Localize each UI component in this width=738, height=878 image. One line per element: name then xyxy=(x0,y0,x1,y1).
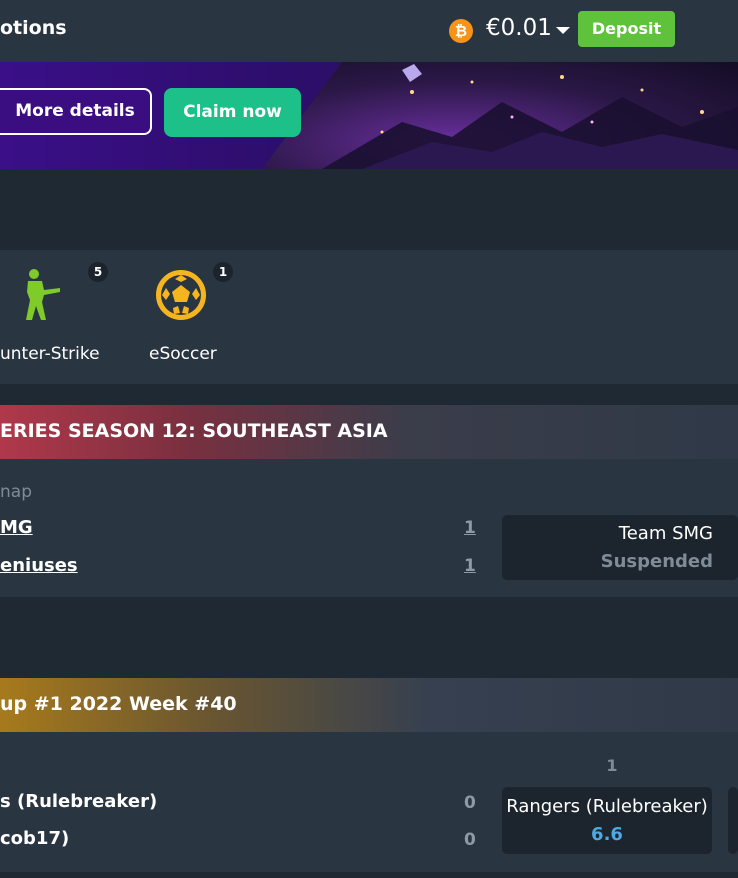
odds-selection: Team SMG xyxy=(618,523,713,544)
soccer-ball-icon[interactable] xyxy=(154,268,208,322)
bitcoin-icon: ₿ xyxy=(449,19,473,43)
chevron-down-icon[interactable] xyxy=(556,27,570,34)
league-header[interactable]: ERIES SEASON 12: SOUTHEAST ASIA xyxy=(0,405,738,459)
sport-label-esoccer[interactable]: eSoccer xyxy=(149,344,217,364)
nav-item-promotions[interactable]: otions xyxy=(0,17,67,39)
team-name[interactable]: s (Rulebreaker) xyxy=(0,791,157,812)
odds-selection: Rangers (Rulebreaker) xyxy=(506,796,708,817)
market-label: nap xyxy=(0,482,32,502)
banner-artwork xyxy=(262,62,738,169)
team-score: 1 xyxy=(464,518,476,538)
more-details-button[interactable]: More details xyxy=(0,88,152,135)
claim-now-button[interactable]: Claim now xyxy=(164,88,301,137)
odds-price: 6.6 xyxy=(591,824,623,845)
odds-column-header: 1 xyxy=(606,756,618,775)
balance-display[interactable]: €0.01 xyxy=(486,15,552,41)
team-score: 0 xyxy=(464,793,476,813)
deposit-button[interactable]: Deposit xyxy=(578,11,675,47)
odds-button[interactable] xyxy=(728,787,738,854)
league-title: up #1 2022 Week #40 xyxy=(0,693,237,715)
odds-status: Suspended xyxy=(600,551,713,572)
sports-category-row xyxy=(0,250,738,384)
sport-count-badge: 1 xyxy=(213,262,233,282)
team-score: 0 xyxy=(464,830,476,850)
sport-count-badge: 5 xyxy=(88,262,108,282)
team-name[interactable]: cob17) xyxy=(0,828,69,849)
counter-strike-soldier-icon[interactable] xyxy=(14,266,62,324)
league-title: ERIES SEASON 12: SOUTHEAST ASIA xyxy=(0,420,388,442)
sport-label-counter-strike[interactable]: unter-Strike xyxy=(0,344,100,364)
team-score: 1 xyxy=(464,556,476,576)
team-name[interactable]: MG xyxy=(0,517,33,538)
banner-scene-art xyxy=(322,64,738,169)
team-name[interactable]: eniuses xyxy=(0,555,78,576)
league-header[interactable]: up #1 2022 Week #40 xyxy=(0,678,738,732)
